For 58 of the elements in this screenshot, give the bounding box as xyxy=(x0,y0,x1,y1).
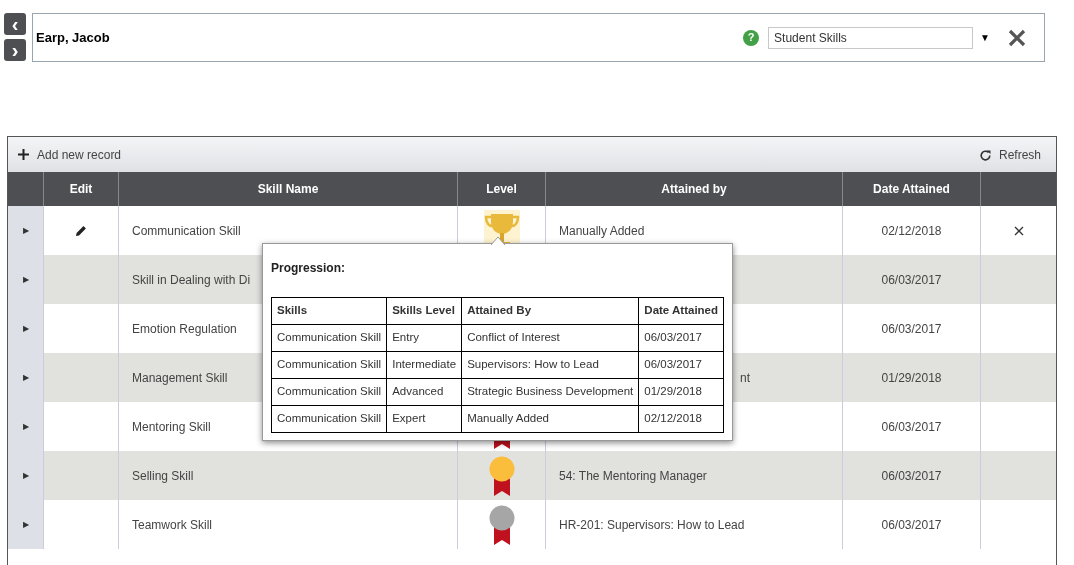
expand-arrow-icon[interactable]: ▶ xyxy=(22,322,29,335)
student-name: Earp, Jacob xyxy=(36,28,110,47)
view-select[interactable]: Student Skills xyxy=(768,26,974,49)
popup-table-cell: Communication Skill xyxy=(271,378,387,406)
skill-name: Communication Skill xyxy=(132,222,241,240)
expand-arrow-icon[interactable]: ▶ xyxy=(22,273,29,286)
skill-name: Management Skill xyxy=(132,369,228,387)
popup-column-header: Date Attained xyxy=(638,297,724,325)
attained-by: Manually Added xyxy=(559,222,645,240)
expand-arrow-icon[interactable]: ▶ xyxy=(22,224,29,237)
close-icon[interactable] xyxy=(1008,28,1026,47)
next-button[interactable]: › xyxy=(4,39,26,61)
popup-table-cell: 06/03/2017 xyxy=(638,351,724,379)
popup-table-cell: Intermediate xyxy=(386,351,462,379)
delete-icon[interactable] xyxy=(1013,225,1024,236)
popup-table-cell: 01/29/2018 xyxy=(638,378,724,406)
popup-table-cell: Communication Skill xyxy=(271,351,387,379)
expand-arrow-icon[interactable]: ▶ xyxy=(22,469,29,482)
plus-icon xyxy=(18,149,29,160)
skill-name: Emotion Regulation xyxy=(132,320,237,338)
pencil-icon[interactable] xyxy=(75,224,87,237)
popup-table-cell: Expert xyxy=(386,405,462,433)
dropdown-caret[interactable]: ▼ xyxy=(980,30,990,45)
popup-table-cell: Conflict of Interest xyxy=(461,324,639,352)
popup-table-cell: Manually Added xyxy=(461,405,639,433)
date-attained: 06/03/2017 xyxy=(881,516,942,534)
attained-by: 54: The Mentoring Manager xyxy=(559,467,707,485)
popup-table-cell: Advanced xyxy=(386,378,462,406)
popup-table-cell: Communication Skill xyxy=(271,405,387,433)
attained-by: nt xyxy=(740,369,750,387)
skill-name: Teamwork Skill xyxy=(132,516,212,534)
previous-button[interactable]: ‹ xyxy=(4,13,26,35)
date-attained: 06/03/2017 xyxy=(881,418,942,436)
date-attained: 06/03/2017 xyxy=(881,320,942,338)
date-attained: 01/29/2018 xyxy=(881,369,942,387)
date-attained: 02/12/2018 xyxy=(881,222,942,240)
popup-title: Progression: xyxy=(271,260,346,277)
skill-name: Mentoring Skill xyxy=(132,418,211,436)
add-record-button[interactable]: Add new record xyxy=(18,145,122,164)
popup-table-cell: Entry xyxy=(386,324,462,352)
date-attained: 06/03/2017 xyxy=(881,271,942,289)
refresh-button[interactable]: Refresh xyxy=(979,145,1041,164)
skill-name: Selling Skill xyxy=(132,467,194,485)
expand-arrow-icon[interactable]: ▶ xyxy=(22,371,29,384)
popup-column-header: Attained By xyxy=(461,297,639,325)
skill-name: Skill in Dealing with Di xyxy=(132,271,251,289)
refresh-icon xyxy=(979,148,991,161)
date-attained: 06/03/2017 xyxy=(881,467,942,485)
popup-table-cell: 02/12/2018 xyxy=(638,405,724,433)
popup-table-cell: 06/03/2017 xyxy=(638,324,724,352)
expand-arrow-icon[interactable]: ▶ xyxy=(22,420,29,433)
expand-arrow-icon[interactable]: ▶ xyxy=(22,518,29,531)
popup-table-cell: Supervisors: How to Lead xyxy=(461,351,639,379)
popup-column-header: Skills xyxy=(271,297,387,325)
popup-table-cell: Strategic Business Development xyxy=(461,378,639,406)
attained-by: HR-201: Supervisors: How to Lead xyxy=(559,516,745,534)
popup-table-cell: Communication Skill xyxy=(271,324,387,352)
popup-column-header: Skills Level xyxy=(386,297,462,325)
